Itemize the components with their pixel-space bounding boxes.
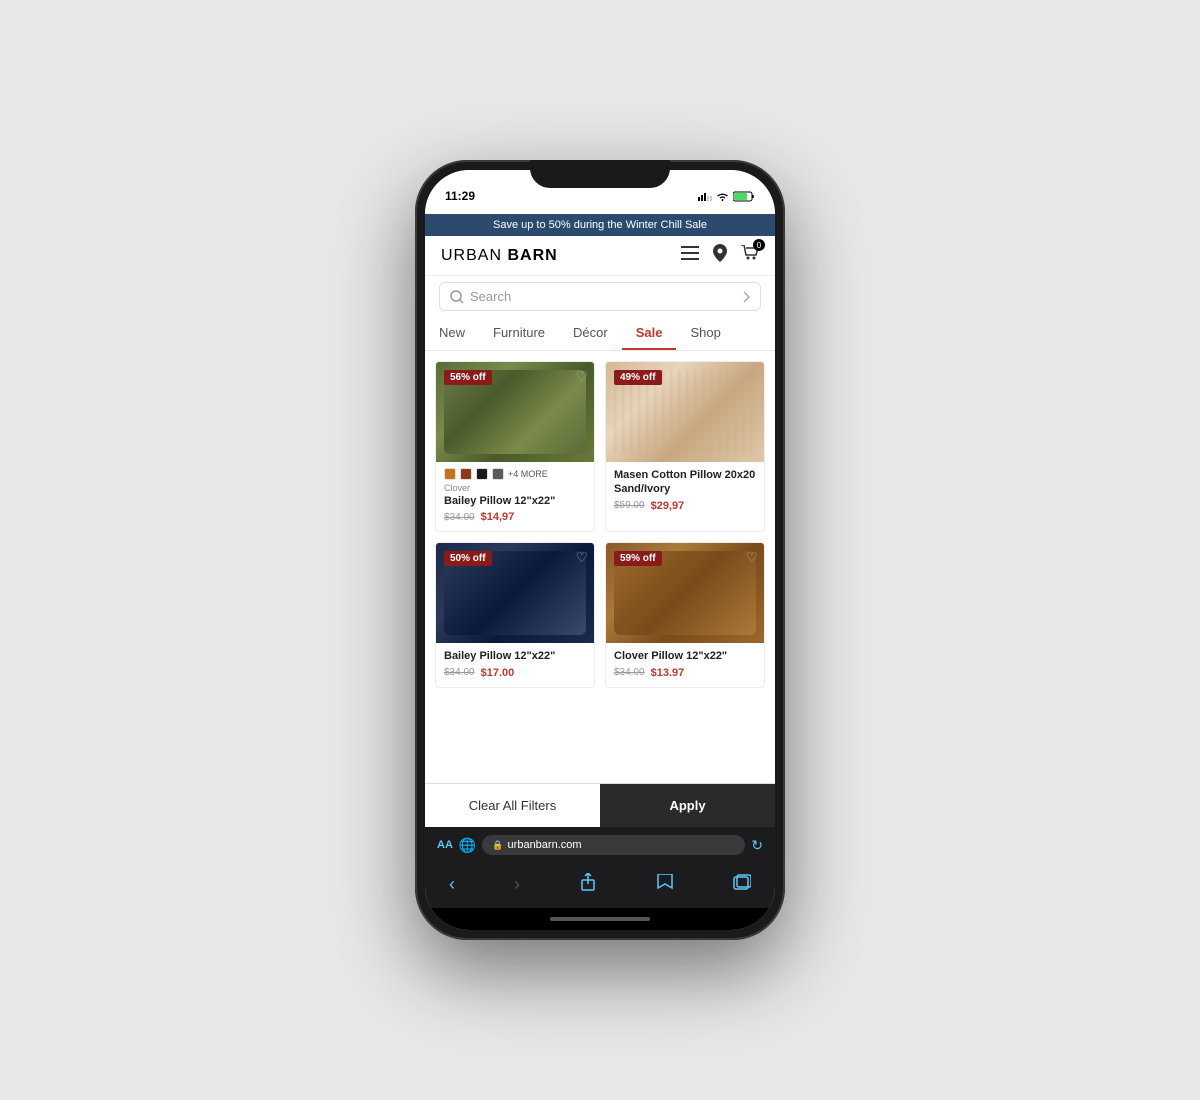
product-colors-1: +4 MORE <box>444 468 586 480</box>
status-time: 11:29 <box>445 189 475 203</box>
product-card-4[interactable]: 59% off ♡ Clover Pillow 12"x22" $34.00 $… <box>605 542 765 687</box>
product-card-1[interactable]: 56% off ♡ +4 MORE Clover Bailey Pillow 1… <box>435 361 595 532</box>
tab-furniture[interactable]: Furniture <box>479 317 559 350</box>
filter-bottom-bar: Clear All Filters Apply <box>425 783 775 827</box>
discount-badge-4: 59% off <box>614 551 662 566</box>
price-original-1: $34.00 <box>444 512 475 523</box>
promo-text: Save up to 50% during the Winter Chill S… <box>493 219 707 231</box>
price-sale-4: $13.97 <box>651 667 685 679</box>
nav-tabs: New Furniture Décor Sale Shop <box>425 317 775 351</box>
header-icons: 0 <box>681 244 759 267</box>
product-prices-4: $34.00 $13.97 <box>614 667 756 679</box>
wishlist-button-3[interactable]: ♡ <box>575 549 588 566</box>
wishlist-button-2[interactable]: ♡ <box>745 368 758 385</box>
product-name-2: Masen Cotton Pillow 20x20 Sand/Ivory <box>614 468 756 497</box>
wishlist-button-4[interactable]: ♡ <box>745 549 758 566</box>
browser-aa-button[interactable]: AA <box>437 839 453 851</box>
product-prices-2: $59.00 $29,97 <box>614 500 756 512</box>
browser-globe-icon[interactable]: 🌐 <box>459 837 476 854</box>
browser-reload-button[interactable]: ↻ <box>751 837 763 854</box>
menu-button[interactable] <box>681 246 699 265</box>
discount-badge-3: 50% off <box>444 551 492 566</box>
search-icon <box>450 290 464 304</box>
price-sale-2: $29,97 <box>651 500 685 512</box>
products-grid: 56% off ♡ +4 MORE Clover Bailey Pillow 1… <box>425 351 775 783</box>
location-button[interactable] <box>713 244 727 267</box>
cart-count: 0 <box>753 239 765 251</box>
promo-banner[interactable]: Save up to 50% during the Winter Chill S… <box>425 214 775 236</box>
share-button[interactable] <box>575 869 601 900</box>
discount-badge-1: 56% off <box>444 370 492 385</box>
product-info-4: Clover Pillow 12"x22" $34.00 $13.97 <box>606 643 764 686</box>
tab-new[interactable]: New <box>425 317 479 350</box>
wishlist-button-1[interactable]: ♡ <box>575 368 588 385</box>
home-indicator <box>425 908 775 930</box>
color-swatch-1c[interactable] <box>476 468 488 480</box>
browser-url-bar[interactable]: 🔒 urbanbarn.com <box>482 835 745 855</box>
brand-logo[interactable]: URBAN BARN <box>441 247 558 265</box>
product-prices-1: $34.00 $14,97 <box>444 511 586 523</box>
product-name-3: Bailey Pillow 12"x22" <box>444 649 586 663</box>
color-swatch-1b[interactable] <box>460 468 472 480</box>
product-name-4: Clover Pillow 12"x22" <box>614 649 756 663</box>
price-original-3: $34.00 <box>444 667 475 678</box>
product-info-2: Masen Cotton Pillow 20x20 Sand/Ivory $59… <box>606 462 764 520</box>
wifi-icon <box>716 191 729 201</box>
search-bar[interactable]: Search <box>439 282 761 311</box>
signal-icon <box>698 191 712 201</box>
tabs-button[interactable] <box>729 870 755 899</box>
product-name-1: Bailey Pillow 12"x22" <box>444 494 586 508</box>
cart-button[interactable]: 0 <box>741 245 759 266</box>
color-swatch-1d[interactable] <box>492 468 504 480</box>
hamburger-icon <box>681 246 699 260</box>
bookmarks-button[interactable] <box>652 870 678 899</box>
browser-lock-icon: 🔒 <box>492 840 503 851</box>
chevron-right-icon <box>743 291 750 303</box>
price-original-2: $59.00 <box>614 500 645 511</box>
status-icons <box>698 191 755 202</box>
tab-decor[interactable]: Décor <box>559 317 622 350</box>
tab-sale[interactable]: Sale <box>622 317 677 350</box>
back-button[interactable]: ‹ <box>445 870 459 899</box>
logo-part2: BARN <box>507 247 557 264</box>
clear-filters-button[interactable]: Clear All Filters <box>425 784 600 827</box>
tab-shop[interactable]: Shop <box>676 317 734 350</box>
browser-bar: AA 🌐 🔒 urbanbarn.com ↻ <box>425 827 775 863</box>
product-label-1: Clover <box>444 483 586 493</box>
search-input-placeholder: Search <box>470 289 743 304</box>
phone-notch <box>530 160 670 188</box>
app-header: URBAN BARN <box>425 236 775 276</box>
browser-url-text: urbanbarn.com <box>508 839 582 851</box>
product-card-2[interactable]: 49% off ♡ Masen Cotton Pillow 20x20 Sand… <box>605 361 765 532</box>
phone-device: 11:29 <box>415 160 785 940</box>
price-original-4: $34.00 <box>614 667 645 678</box>
apply-filters-button[interactable]: Apply <box>600 784 775 827</box>
location-icon <box>713 244 727 262</box>
product-card-3[interactable]: 50% off ♡ Bailey Pillow 12"x22" $34.00 $… <box>435 542 595 687</box>
home-bar <box>550 917 650 921</box>
product-prices-3: $34.00 $17.00 <box>444 667 586 679</box>
tabs-icon <box>733 874 751 890</box>
bookmarks-icon <box>656 874 674 890</box>
safari-navigation: ‹ › <box>425 863 775 908</box>
price-sale-3: $17.00 <box>481 667 515 679</box>
share-icon <box>579 873 597 891</box>
price-sale-1: $14,97 <box>481 511 515 523</box>
forward-button[interactable]: › <box>510 870 524 899</box>
phone-screen: 11:29 <box>425 170 775 930</box>
discount-badge-2: 49% off <box>614 370 662 385</box>
logo-part1: URBAN <box>441 247 507 264</box>
battery-icon <box>733 191 755 202</box>
more-colors-1: +4 MORE <box>508 469 548 479</box>
color-swatch-1a[interactable] <box>444 468 456 480</box>
product-info-1: +4 MORE Clover Bailey Pillow 12"x22" $34… <box>436 462 594 531</box>
product-info-3: Bailey Pillow 12"x22" $34.00 $17.00 <box>436 643 594 686</box>
